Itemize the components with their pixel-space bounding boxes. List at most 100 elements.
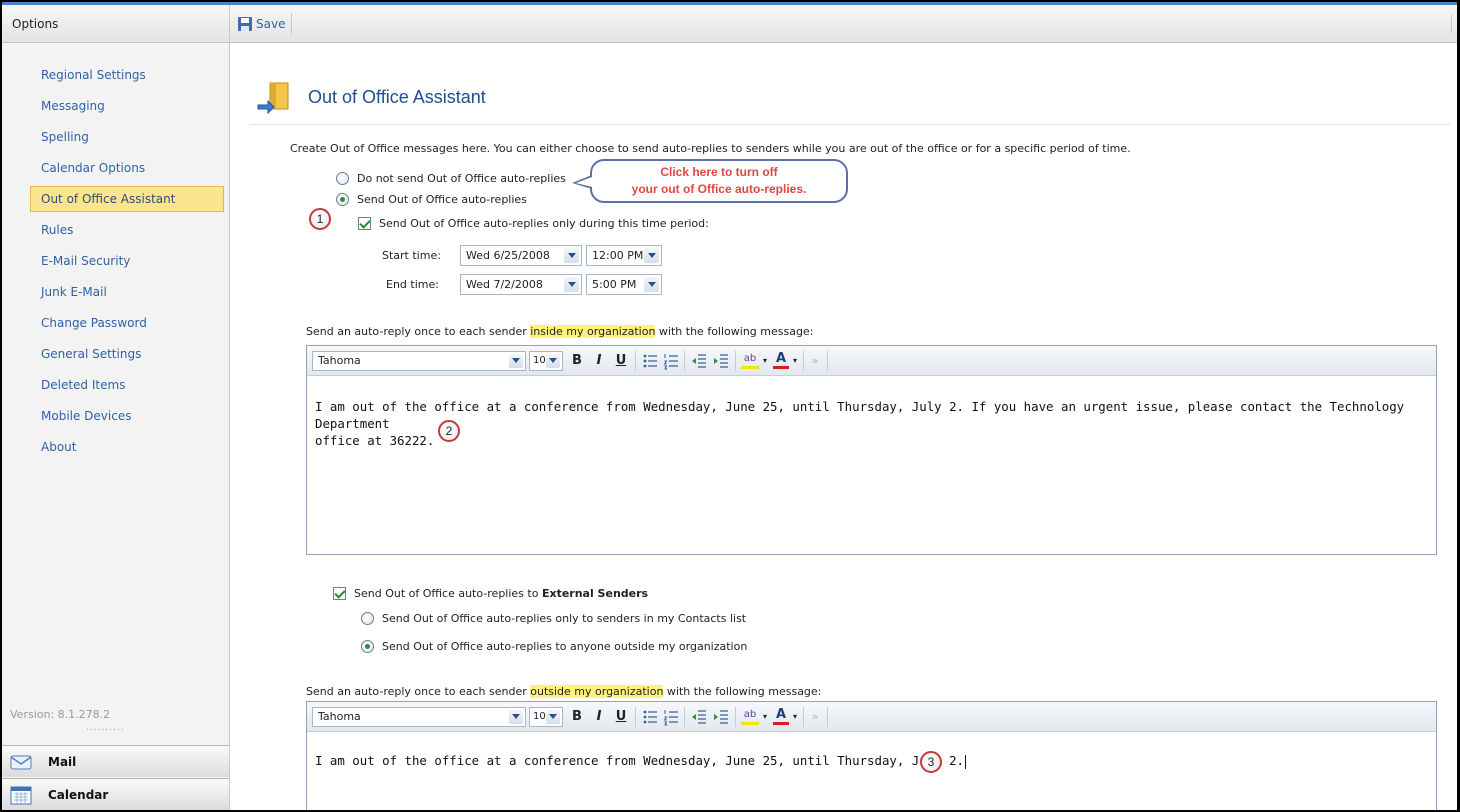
- external-instruction-prefix: Send an auto-reply once to each sender: [306, 685, 531, 698]
- numbered-list-icon[interactable]: [663, 708, 679, 726]
- outdent-icon[interactable]: [691, 352, 707, 370]
- sidebar-title: Options: [2, 5, 229, 43]
- chevron-down-icon[interactable]: ▾: [791, 708, 799, 726]
- toolbar-separator: [635, 351, 636, 371]
- toolbar-separator: [735, 351, 736, 371]
- sidebar-item-mobile-devices[interactable]: Mobile Devices: [30, 403, 224, 429]
- font-select[interactable]: Tahoma: [312, 707, 526, 727]
- options-toolbar: Save: [230, 5, 1457, 43]
- sidebar-item-calendar-options[interactable]: Calendar Options: [30, 155, 224, 181]
- intro-text: Create Out of Office messages here. You …: [290, 142, 1131, 155]
- sidebar-item-rules[interactable]: Rules: [30, 217, 224, 243]
- start-time-label: Start time:: [382, 249, 441, 262]
- sidebar-item-general-settings[interactable]: General Settings: [30, 341, 224, 367]
- internal-instruction-suffix: with the following message:: [655, 325, 814, 338]
- bold-button[interactable]: B: [569, 352, 585, 370]
- step-marker-2: 2: [438, 420, 460, 442]
- toolbar-separator: [684, 707, 685, 727]
- bold-button[interactable]: B: [569, 708, 585, 726]
- radio-send[interactable]: [336, 193, 349, 206]
- italic-button[interactable]: I: [591, 708, 607, 726]
- time-period-checkbox[interactable]: [358, 217, 371, 230]
- bullet-list-icon[interactable]: [642, 708, 658, 726]
- mail-button[interactable]: Mail: [2, 745, 229, 777]
- toolbar-separator: [635, 707, 636, 727]
- more-options-icon[interactable]: »: [809, 352, 821, 370]
- font-size-value: 10: [533, 355, 546, 366]
- save-label: Save: [256, 17, 286, 31]
- internal-instruction-highlight: inside my organization: [530, 325, 656, 338]
- toolbar-separator: [803, 351, 804, 371]
- chevron-down-icon[interactable]: ▾: [761, 352, 769, 370]
- font-color-button[interactable]: A: [773, 708, 789, 725]
- page-title: Out of Office Assistant: [308, 87, 486, 107]
- radio-contacts-only-label: Send Out of Office auto-replies only to …: [382, 612, 747, 625]
- mail-label: Mail: [48, 755, 77, 769]
- font-select[interactable]: Tahoma: [312, 351, 526, 371]
- toolbar-separator: [827, 351, 828, 371]
- version-text: Version: 8.1.278.2: [10, 708, 111, 721]
- more-options-icon[interactable]: »: [809, 708, 821, 726]
- numbered-list-icon[interactable]: [663, 352, 679, 370]
- internal-message-line-2: office at 36222.: [315, 433, 435, 448]
- internal-message-editor[interactable]: Tahoma 10 B I U ab ▾ A ▾ » I am out of t…: [306, 345, 1437, 555]
- outdent-icon[interactable]: [691, 708, 707, 726]
- calendar-button[interactable]: Calendar: [2, 778, 229, 810]
- indent-icon[interactable]: [713, 352, 729, 370]
- options-sidebar: Options Regional Settings Messaging Spel…: [2, 5, 230, 810]
- indent-icon[interactable]: [713, 708, 729, 726]
- sidebar-item-out-of-office[interactable]: Out of Office Assistant: [30, 186, 224, 212]
- title-divider: [250, 124, 1450, 125]
- start-date-select[interactable]: Wed 6/25/2008: [460, 245, 582, 266]
- start-time-select[interactable]: 12:00 PM: [586, 245, 662, 266]
- external-senders-checkbox[interactable]: [333, 587, 346, 600]
- font-size-value: 10: [533, 711, 546, 722]
- sidebar-item-about[interactable]: About: [30, 434, 224, 460]
- internal-message-body[interactable]: I am out of the office at a conference f…: [315, 398, 1428, 449]
- underline-button[interactable]: U: [613, 708, 629, 726]
- sidebar-item-regional-settings[interactable]: Regional Settings: [30, 62, 224, 88]
- highlight-color-button[interactable]: ab: [741, 352, 759, 369]
- italic-button[interactable]: I: [591, 352, 607, 370]
- toolbar-separator: [735, 707, 736, 727]
- start-date-value: Wed 6/25/2008: [466, 249, 550, 262]
- editor-toolbar: Tahoma 10 B I U ab ▾ A ▾ »: [307, 346, 1436, 376]
- chevron-down-icon: [546, 354, 560, 368]
- bullet-list-icon[interactable]: [642, 352, 658, 370]
- external-message-editor[interactable]: Tahoma 10 B I U ab ▾ A ▾ » I am out of t…: [306, 701, 1437, 810]
- external-message-body[interactable]: I am out of the office at a conference f…: [315, 752, 1428, 769]
- sidebar-item-email-security[interactable]: E-Mail Security: [30, 248, 224, 274]
- internal-message-line-1: I am out of the office at a conference f…: [315, 399, 1405, 431]
- mail-icon: [10, 755, 32, 770]
- sidebar-item-deleted-items[interactable]: Deleted Items: [30, 372, 224, 398]
- end-time-value: 5:00 PM: [592, 278, 637, 291]
- end-time-label: End time:: [386, 278, 439, 291]
- main-content: Out of Office Assistant Create Out of Of…: [230, 43, 1457, 810]
- sidebar-item-spelling[interactable]: Spelling: [30, 124, 224, 150]
- end-time-select[interactable]: 5:00 PM: [586, 274, 662, 295]
- sidebar-item-change-password[interactable]: Change Password: [30, 310, 224, 336]
- out-of-office-icon: [257, 82, 289, 115]
- radio-send-label: Send Out of Office auto-replies: [357, 193, 527, 206]
- radio-anyone-outside-label: Send Out of Office auto-replies to anyon…: [382, 640, 748, 653]
- end-date-select[interactable]: Wed 7/2/2008: [460, 274, 582, 295]
- app-window: Options Regional Settings Messaging Spel…: [2, 2, 1457, 810]
- font-color-button[interactable]: A: [773, 352, 789, 369]
- font-size-select[interactable]: 10: [529, 351, 563, 371]
- callout-line-1: Click here to turn off: [660, 165, 778, 179]
- radio-contacts-only[interactable]: [361, 612, 374, 625]
- font-size-select[interactable]: 10: [529, 707, 563, 727]
- chevron-down-icon[interactable]: ▾: [791, 352, 799, 370]
- chevron-down-icon[interactable]: ▾: [761, 708, 769, 726]
- highlight-color-button[interactable]: ab: [741, 708, 759, 725]
- sidebar-item-junk-email[interactable]: Junk E-Mail: [30, 279, 224, 305]
- underline-button[interactable]: U: [613, 352, 629, 370]
- radio-anyone-outside[interactable]: [361, 640, 374, 653]
- chevron-down-icon: [546, 710, 560, 724]
- sidebar-item-messaging[interactable]: Messaging: [30, 93, 224, 119]
- splitter-handle[interactable]: ..........: [86, 723, 125, 733]
- save-button[interactable]: Save: [234, 13, 293, 35]
- radio-do-not-send[interactable]: [336, 172, 349, 185]
- help-button-edge[interactable]: [1451, 15, 1457, 33]
- external-message-text: I am out of the office at a conference f…: [315, 753, 965, 768]
